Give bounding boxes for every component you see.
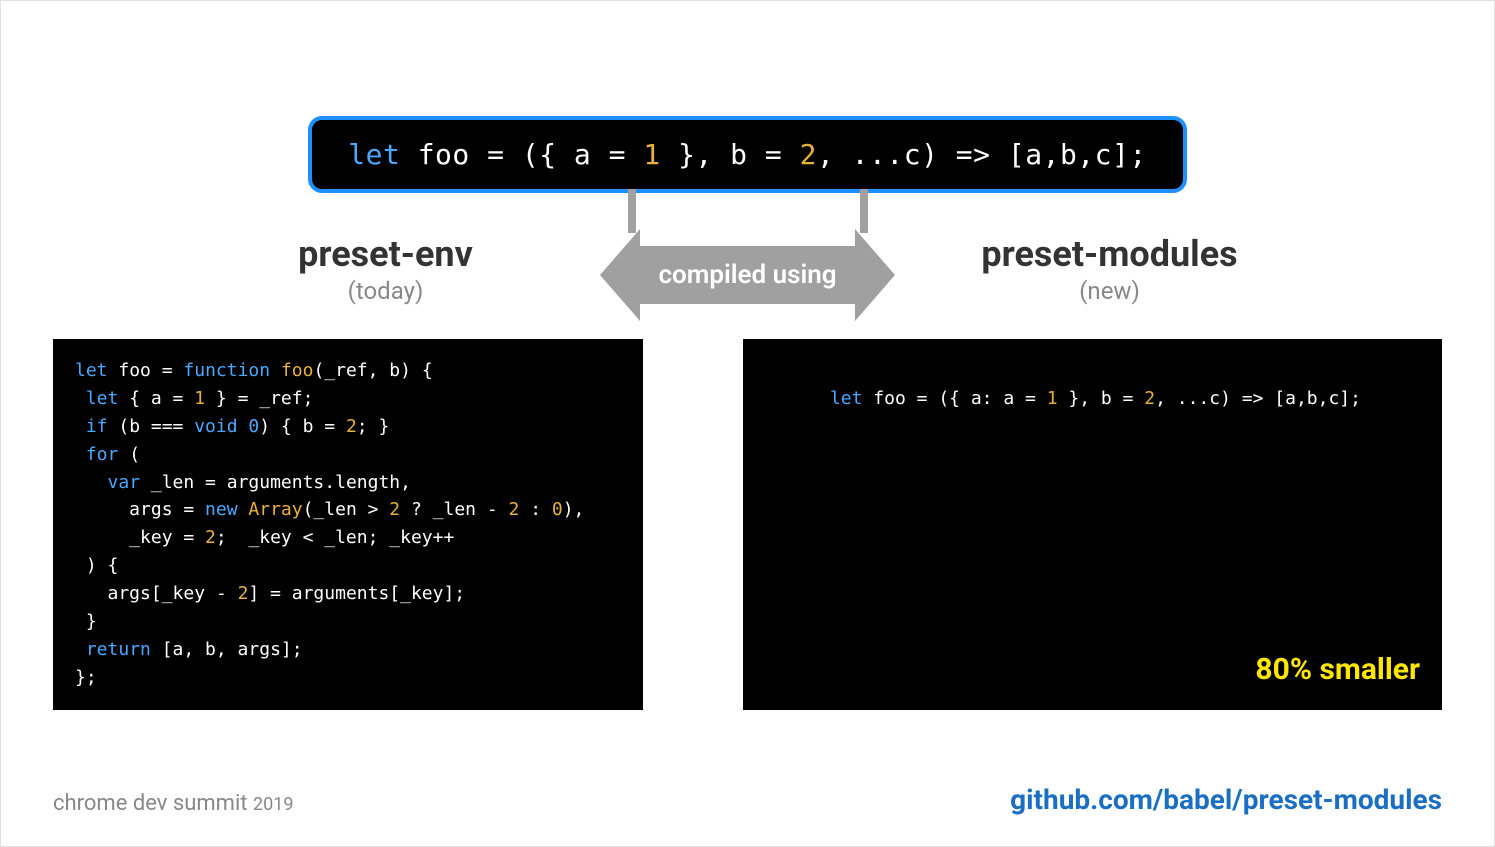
left-title: preset-env bbox=[170, 233, 600, 275]
compiled-label: compiled using bbox=[640, 246, 854, 304]
size-badge: 80% smaller bbox=[1255, 647, 1420, 694]
preset-modules-output: let foo = ({ a: a = 1 }, b = 2, ...c) =>… bbox=[743, 339, 1442, 710]
left-subtitle: (today) bbox=[170, 277, 600, 305]
arrow-stems bbox=[558, 189, 938, 233]
preset-env-output: let foo = function foo(_ref, b) { let { … bbox=[53, 339, 643, 710]
left-label: preset-env (today) bbox=[170, 205, 600, 305]
stem-left bbox=[628, 189, 636, 233]
arrow-left-head-icon bbox=[600, 229, 640, 321]
event-label: chrome dev summit 2019 bbox=[53, 791, 293, 816]
arrow-right-head-icon bbox=[855, 229, 895, 321]
right-label: preset-modules (new) bbox=[895, 205, 1325, 305]
right-subtitle: (new) bbox=[895, 277, 1325, 305]
arrow-row: preset-env (today) compiled using preset… bbox=[53, 189, 1442, 321]
slide: let foo = ({ a = 1 }, b = 2, ...c) => [a… bbox=[0, 0, 1495, 847]
event-name: chrome dev summit bbox=[53, 791, 248, 816]
repo-link[interactable]: github.com/babel/preset-modules bbox=[1010, 783, 1442, 816]
code-row: let foo = function foo(_ref, b) { let { … bbox=[53, 339, 1442, 710]
event-year: 2019 bbox=[253, 794, 293, 815]
compiled-arrow: compiled using bbox=[600, 229, 894, 321]
source-code-banner: let foo = ({ a = 1 }, b = 2, ...c) => [a… bbox=[308, 116, 1186, 193]
stem-right bbox=[860, 189, 868, 233]
source-code-area: let foo = ({ a = 1 }, b = 2, ...c) => [a… bbox=[53, 116, 1442, 193]
footer: chrome dev summit 2019 github.com/babel/… bbox=[53, 783, 1442, 816]
right-title: preset-modules bbox=[895, 233, 1325, 275]
